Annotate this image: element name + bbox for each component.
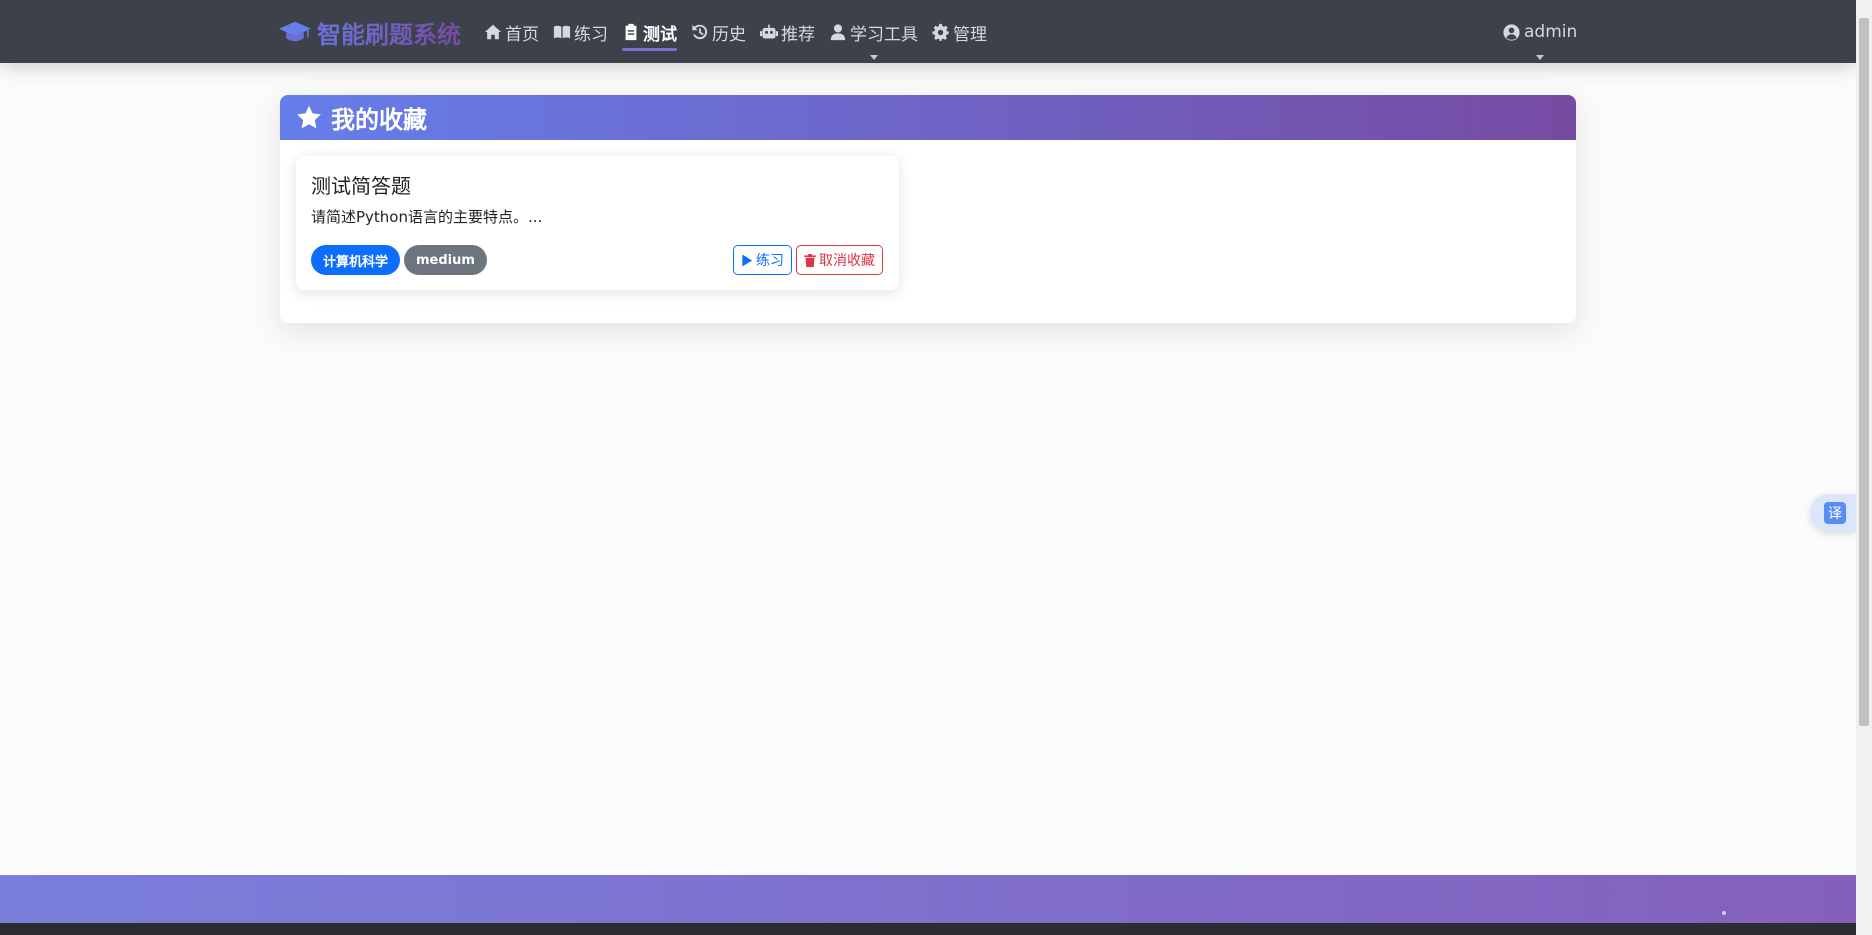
difficulty-badge: medium [404, 245, 487, 275]
user-menu[interactable]: admin [1503, 18, 1578, 60]
remove-favorite-button[interactable]: 取消收藏 [796, 245, 883, 275]
trash-icon [804, 253, 816, 267]
nav-item-label: 练习 [574, 24, 608, 45]
nav-item-home[interactable]: 首页 [484, 18, 539, 46]
dropdown-caret-icon [1536, 55, 1545, 60]
nav-item-practice[interactable]: 练习 [553, 18, 608, 46]
practice-button[interactable]: 练习 [733, 245, 792, 275]
star-icon [297, 105, 321, 128]
username: admin [1524, 22, 1578, 42]
favorite-card: 测试简答题 请简述Python语言的主要特点。... 计算机科学 medium … [296, 156, 899, 290]
nav-item-history[interactable]: 历史 [691, 18, 746, 46]
footer-dot [1722, 911, 1726, 915]
tag-list: 计算机科学 medium [311, 245, 491, 275]
graduation-cap-icon [279, 21, 311, 42]
clipboard-icon [625, 23, 637, 41]
page-title: 我的收藏 [331, 106, 427, 134]
book-icon [553, 25, 571, 39]
question-excerpt: 请简述Python语言的主要特点。... [311, 208, 543, 226]
nav-item-admin[interactable]: 管理 [932, 18, 987, 46]
nav-item-recommend[interactable]: 推荐 [760, 18, 815, 46]
favorites-panel: 我的收藏 测试简答题 请简述Python语言的主要特点。... 计算机科学 me… [280, 95, 1576, 323]
practice-button-label: 练习 [756, 253, 784, 269]
footer [0, 875, 1856, 923]
dropdown-caret-icon [869, 55, 878, 60]
card-actions: 练习 取消收藏 [729, 245, 883, 275]
remove-favorite-label: 取消收藏 [819, 253, 875, 269]
translate-widget[interactable]: 译 [1810, 494, 1856, 532]
nav-item-label: 历史 [712, 24, 746, 45]
scrollbar[interactable] [1856, 0, 1872, 935]
category-badge: 计算机科学 [311, 245, 401, 275]
question-title: 测试简答题 [311, 174, 411, 198]
main-nav: 首页 练习 测试 历史 推荐 学习工具 管理 [484, 18, 1001, 60]
home-icon [484, 24, 502, 40]
nav-item-label: 测试 [643, 24, 677, 45]
panel-header: 我的收藏 [280, 95, 1576, 140]
brand-title: 智能刷题系统 [317, 20, 461, 49]
nav-item-label: 推荐 [781, 24, 815, 45]
scrollbar-thumb[interactable] [1859, 18, 1869, 726]
user-icon [830, 24, 846, 41]
history-icon [692, 24, 708, 40]
bottom-bar [0, 923, 1856, 935]
user-circle-icon [1503, 23, 1520, 41]
gear-icon [932, 23, 949, 41]
brand[interactable]: 智能刷题系统 [279, 15, 461, 49]
nav-item-label: 管理 [953, 24, 987, 45]
robot-icon [760, 24, 778, 39]
nav-item-study-tools[interactable]: 学习工具 [829, 18, 918, 60]
nav-item-label: 学习工具 [850, 24, 918, 45]
translate-icon: 译 [1824, 502, 1846, 524]
nav-item-label: 首页 [505, 24, 539, 45]
top-navbar: 智能刷题系统 首页 练习 测试 历史 推荐 学习工具 管理 admin [0, 0, 1856, 63]
play-icon [742, 253, 753, 267]
nav-item-test[interactable]: 测试 [622, 18, 677, 51]
